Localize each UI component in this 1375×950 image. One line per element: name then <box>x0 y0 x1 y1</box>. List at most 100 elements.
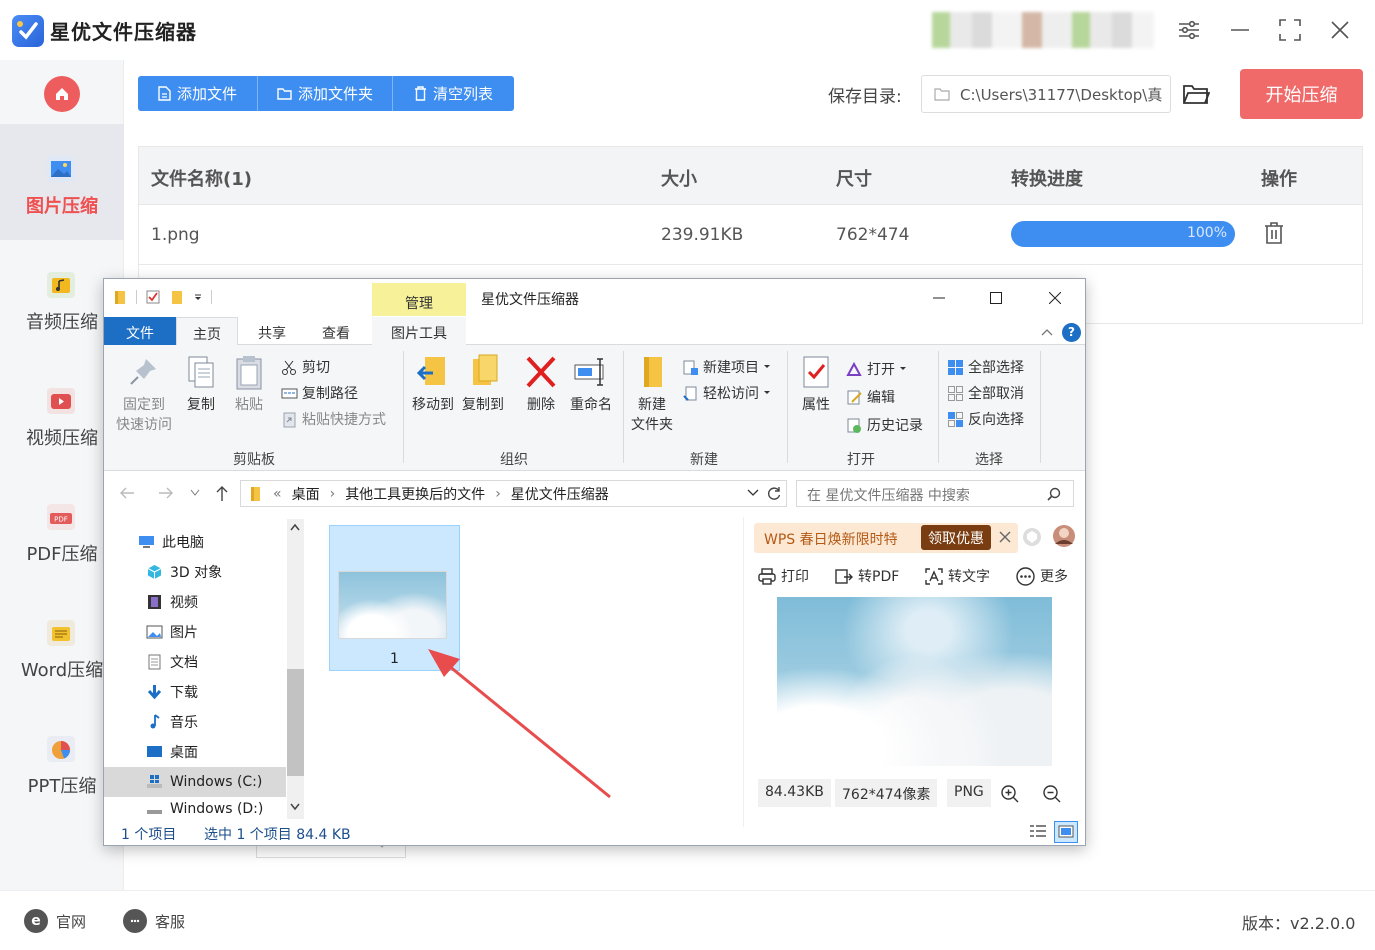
easy-access-button[interactable]: 轻松访问 <box>682 383 771 403</box>
up-arrow-icon[interactable] <box>214 484 230 502</box>
paste-shortcut-button[interactable]: 粘贴快捷方式 <box>281 409 386 429</box>
clear-list-button[interactable]: 清空列表 <box>393 76 514 111</box>
save-path-field[interactable]: C:\Users\31177\Desktop\真 <box>921 75 1171 113</box>
select-all-button[interactable]: 全部选择 <box>947 357 1024 377</box>
back-arrow-icon[interactable] <box>118 485 136 501</box>
tab-view[interactable]: 查看 <box>306 317 366 345</box>
copy-button[interactable]: 复制 <box>180 353 222 415</box>
tab-home[interactable]: 主页 <box>176 317 238 346</box>
sidebar-item-image[interactable]: 图片压缩 <box>0 124 124 240</box>
address-dropdown-icon[interactable] <box>747 489 759 497</box>
delete-button[interactable]: 删除 <box>518 353 564 415</box>
more-button[interactable]: 更多 <box>1016 566 1068 586</box>
ribbon-collapse-icon[interactable] <box>1040 325 1054 339</box>
select-none-button[interactable]: 全部取消 <box>947 383 1024 403</box>
properties-button[interactable]: 属性 <box>794 353 838 415</box>
zoom-in-icon[interactable] <box>1000 784 1020 804</box>
breadcrumb-other-tools[interactable]: 其他工具更换后的文件 <box>345 484 485 504</box>
scroll-up-icon[interactable] <box>290 523 300 531</box>
tab-manage[interactable]: 管理 <box>372 283 466 316</box>
user-avatar[interactable] <box>1052 524 1076 548</box>
copy-to-button[interactable]: 复制到 <box>458 353 508 415</box>
history-button[interactable]: 历史记录 <box>846 415 923 435</box>
move-to-button[interactable]: 移动到 <box>408 353 458 415</box>
nav-item-documents[interactable]: 文档 <box>104 647 286 677</box>
invert-selection-button[interactable]: 反向选择 <box>947 409 1024 429</box>
recent-locations-icon[interactable] <box>190 489 200 497</box>
nav-item-3d-objects[interactable]: 3D 对象 <box>104 557 286 587</box>
forward-arrow-icon[interactable] <box>157 485 175 501</box>
close-icon[interactable] <box>1324 14 1356 46</box>
to-pdf-button[interactable]: 转PDF <box>835 566 899 586</box>
address-bar[interactable]: « 桌面 › 其他工具更换后的文件 › 星优文件压缩器 <box>240 480 787 507</box>
large-icons-view-icon[interactable] <box>1054 821 1078 843</box>
nav-item-pictures[interactable]: 图片 <box>104 617 286 647</box>
nav-item-drive-d[interactable]: Windows (D:) <box>104 797 286 819</box>
details-view-icon[interactable] <box>1029 824 1047 839</box>
scissors-icon <box>282 360 296 375</box>
minimize-icon[interactable] <box>1224 14 1256 46</box>
properties-check-icon[interactable] <box>145 289 161 305</box>
tab-file[interactable]: 文件 <box>104 317 176 345</box>
copy-path-button[interactable]: 复制路径 <box>281 383 358 403</box>
tab-picture-tools[interactable]: 图片工具 <box>372 317 466 345</box>
website-link[interactable]: e 官网 <box>24 909 86 933</box>
ribbon-separator <box>938 351 939 463</box>
image-icon <box>44 152 78 186</box>
ad-close-icon[interactable] <box>997 529 1013 545</box>
edit-button[interactable]: 编辑 <box>846 387 895 407</box>
wps-coupon-button[interactable]: 领取优惠 <box>921 525 991 550</box>
refresh-icon[interactable] <box>766 485 782 501</box>
start-compress-button[interactable]: 开始压缩 <box>1240 69 1363 119</box>
delete-row-icon[interactable] <box>1264 221 1284 245</box>
zoom-out-icon[interactable] <box>1042 784 1062 804</box>
new-folder-icon[interactable] <box>169 289 185 305</box>
maximize-icon[interactable] <box>1274 14 1306 46</box>
breadcrumb-overflow[interactable]: « <box>273 486 282 502</box>
nav-item-this-pc[interactable]: 此电脑 <box>104 527 286 557</box>
explorer-close-icon[interactable] <box>1040 287 1070 309</box>
breadcrumb-desktop[interactable]: 桌面 <box>292 484 320 504</box>
add-folder-button[interactable]: 添加文件夹 <box>258 76 393 111</box>
user-avatar-blurred[interactable] <box>932 12 1154 48</box>
search-input[interactable]: 在 星优文件压缩器 中搜索 <box>796 480 1074 507</box>
nav-item-desktop[interactable]: 桌面 <box>104 737 286 767</box>
home-button[interactable] <box>44 76 80 112</box>
nav-item-downloads[interactable]: 下载 <box>104 677 286 707</box>
qat-dropdown-icon[interactable] <box>193 289 203 305</box>
support-link[interactable]: 客服 <box>123 909 185 933</box>
rename-button[interactable]: 重命名 <box>564 353 618 415</box>
help-icon[interactable]: ? <box>1062 323 1081 342</box>
nav-label: 音乐 <box>170 715 198 731</box>
open-button[interactable]: 打开 <box>846 359 907 379</box>
copy-to-label: 复制到 <box>462 397 504 413</box>
desktop-icon <box>147 746 162 757</box>
music-note-icon <box>150 714 160 729</box>
nav-item-videos[interactable]: 视频 <box>104 587 286 617</box>
nav-item-music[interactable]: 音乐 <box>104 707 286 737</box>
add-file-button[interactable]: 添加文件 <box>138 76 258 111</box>
chevron-down-icon <box>900 367 906 370</box>
new-folder-button[interactable]: 新建 文件夹 <box>628 353 676 435</box>
paste-button[interactable]: 粘贴 <box>228 353 270 415</box>
invert-selection-label: 反向选择 <box>968 412 1024 428</box>
ie-browser-icon: e <box>24 909 48 933</box>
scroll-down-icon[interactable] <box>290 803 300 811</box>
browse-folder-icon[interactable] <box>1182 82 1210 106</box>
settings-sliders-icon[interactable] <box>1173 14 1205 46</box>
nav-label: Windows (D:) <box>170 801 264 817</box>
explorer-minimize-icon[interactable] <box>924 287 954 309</box>
breadcrumb-current[interactable]: 星优文件压缩器 <box>511 484 609 504</box>
print-button[interactable]: 打印 <box>758 566 809 586</box>
nav-scrollbar-thumb[interactable] <box>287 669 304 776</box>
new-item-button[interactable]: 新建项目 <box>682 357 771 377</box>
wps-shield-icon[interactable] <box>1022 527 1042 547</box>
tab-share[interactable]: 共享 <box>242 317 302 345</box>
pin-quick-access-button[interactable]: 固定到 快速访问 <box>110 353 178 435</box>
nav-item-drive-c[interactable]: Windows (C:) <box>104 767 286 797</box>
breadcrumb-separator-icon: › <box>329 485 336 502</box>
print-label: 打印 <box>781 569 809 585</box>
explorer-maximize-icon[interactable] <box>981 287 1011 309</box>
to-text-button[interactable]: 转文字 <box>925 566 990 586</box>
cut-button[interactable]: 剪切 <box>281 357 330 377</box>
